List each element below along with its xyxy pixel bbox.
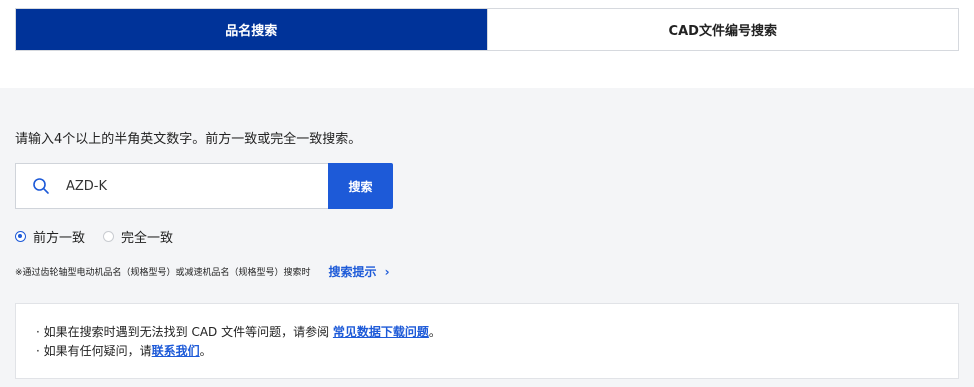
radio-unselected-icon	[103, 231, 115, 242]
chevron-right-icon: ›	[384, 264, 390, 279]
radio-selected-icon	[15, 231, 26, 242]
search-button[interactable]: 搜索	[328, 163, 393, 209]
match-options: 前方一致 完全一致	[15, 227, 191, 246]
info-line-contact: · 如果有任何疑问，请联系我们。	[36, 342, 958, 361]
radio-prefix-match[interactable]: 前方一致	[15, 227, 85, 246]
info-line1-text: · 如果在搜索时遇到无法找到 CAD 文件等问题，请参阅	[36, 325, 333, 339]
tab-product-name-label: 品名搜索	[225, 24, 278, 39]
search-hint: 请输入4个以上的半角英文数字。前方一致或完全一致搜索。	[15, 132, 362, 147]
radio-exact-label: 完全一致	[121, 231, 174, 246]
tab-product-name-search[interactable]: 品名搜索	[16, 9, 487, 50]
search-box	[15, 163, 329, 209]
search-note-line: ※通过齿轮轴型电动机品名（规格型号）或减速机品名（规格型号）搜索时 搜索提示 ›	[15, 263, 390, 280]
search-input[interactable]	[64, 177, 288, 195]
search-mode-tabs: 品名搜索 CAD文件编号搜索	[15, 8, 959, 51]
radio-prefix-label: 前方一致	[33, 231, 86, 246]
tab-cad-file-number-search[interactable]: CAD文件编号搜索	[486, 9, 958, 50]
info-line2-text: · 如果有任何疑问，请	[36, 344, 152, 358]
search-note: ※通过齿轮轴型电动机品名（规格型号）或减速机品名（规格型号）搜索时	[15, 268, 311, 278]
tab-cad-file-number-label: CAD文件编号搜索	[668, 24, 777, 39]
search-icon	[33, 178, 49, 194]
search-button-label: 搜索	[348, 179, 373, 194]
contact-us-link[interactable]: 联系我们	[152, 344, 200, 358]
radio-exact-match[interactable]: 完全一致	[103, 227, 173, 246]
search-tips-label: 搜索提示	[328, 265, 377, 279]
info-line-faq: · 如果在搜索时遇到无法找到 CAD 文件等问题，请参阅 常见数据下载问题。	[36, 323, 958, 342]
info-box: · 如果在搜索时遇到无法找到 CAD 文件等问题，请参阅 常见数据下载问题。 ·…	[15, 303, 959, 379]
faq-download-link[interactable]: 常见数据下载问题	[333, 325, 429, 339]
info-line2-suffix: 。	[199, 344, 212, 358]
info-line1-suffix: 。	[428, 325, 441, 339]
search-tips-link[interactable]: 搜索提示 ›	[329, 263, 390, 280]
